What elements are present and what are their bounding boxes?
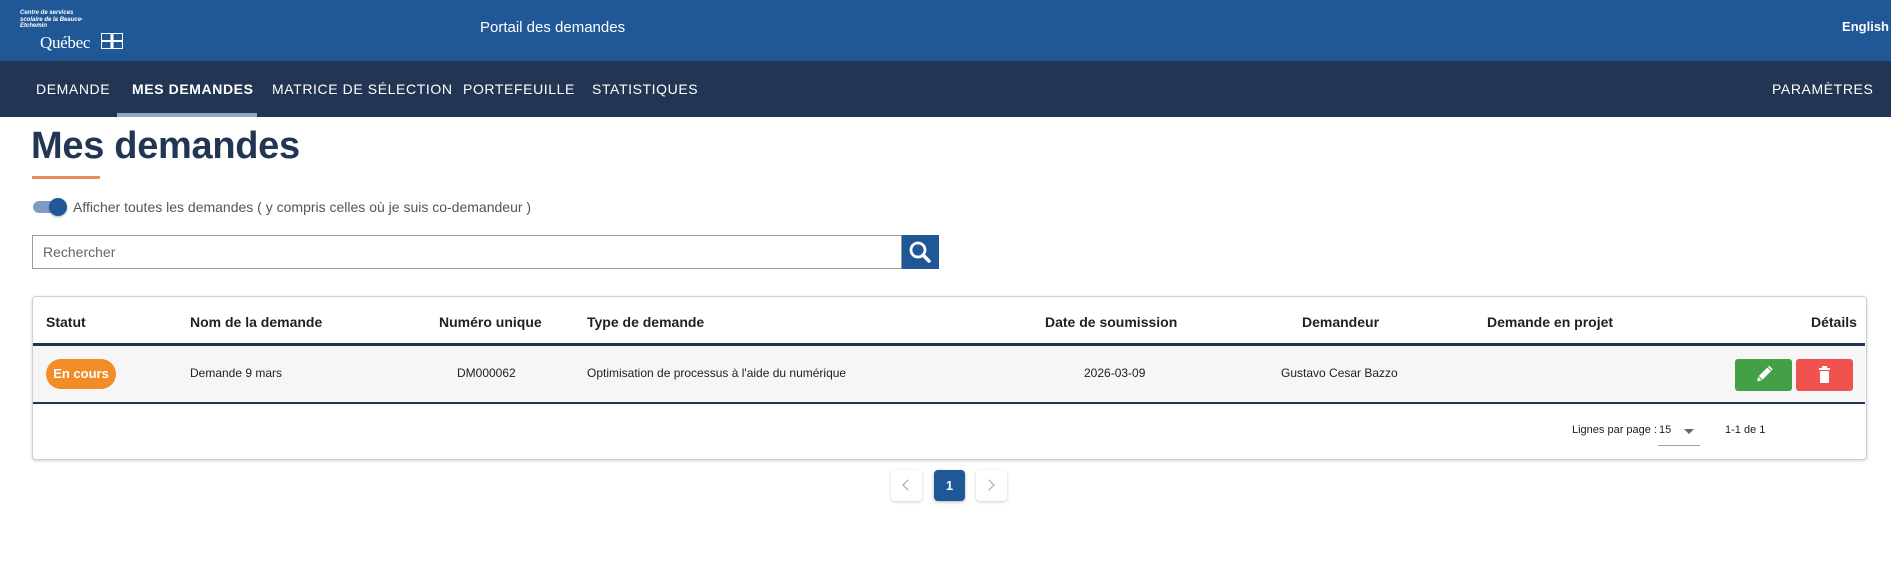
portal-title: Portail des demandes (480, 19, 626, 36)
col-header-projet[interactable]: Demande en projet (1487, 314, 1613, 330)
edit-button[interactable] (1735, 359, 1792, 391)
col-header-numero[interactable]: Numéro unique (439, 314, 542, 330)
nav-portefeuille[interactable]: PORTEFEUILLE (463, 61, 575, 117)
chevron-right-icon (983, 479, 995, 491)
col-header-demandeur[interactable]: Demandeur (1302, 314, 1379, 330)
nav-matrice-selection[interactable]: MATRICE DE SÉLECTION (272, 61, 453, 117)
page-title: Mes demandes (31, 125, 300, 167)
nav-demande[interactable]: DEMANDE (36, 61, 110, 117)
cell-type: Optimisation de processus à l'aide du nu… (587, 366, 847, 380)
col-header-statut[interactable]: Statut (46, 314, 86, 330)
language-link[interactable]: English (1809, 19, 1891, 34)
col-header-details: Détails (1811, 314, 1857, 330)
pencil-icon (1757, 365, 1773, 382)
search-input[interactable] (33, 236, 903, 268)
organization-logo[interactable]: Centre de services scolaire de la Beauce… (20, 10, 130, 54)
rows-per-page-value: 15 (1659, 424, 1672, 436)
nav-mes-demandes[interactable]: MES DEMANDES (132, 61, 254, 117)
nav-parametres[interactable]: PARAMÈTRES (1772, 61, 1873, 117)
table-row[interactable] (33, 346, 1865, 402)
cell-requester: Gustavo Cesar Bazzo (1281, 366, 1398, 380)
rows-per-page-select[interactable]: 15 (1658, 418, 1700, 446)
top-header: Centre de services scolaire de la Beauce… (0, 0, 1891, 61)
table-row-divider (33, 402, 1865, 404)
cell-id: DM000062 (457, 366, 516, 380)
toggle-thumb (49, 198, 67, 216)
title-accent-line (32, 176, 100, 179)
page-1-button[interactable]: 1 (934, 470, 965, 501)
prev-page-button[interactable] (891, 470, 922, 501)
show-all-toggle[interactable] (33, 198, 67, 216)
logo-quebec-wordmark: Québec (40, 33, 91, 52)
main-nav: DEMANDE MES DEMANDES MATRICE DE SÉLECTIO… (0, 61, 1891, 117)
delete-button[interactable] (1796, 359, 1853, 391)
quebec-flag-icon (101, 33, 123, 49)
page-range: 1-1 de 1 (1725, 424, 1766, 436)
logo-org-name: Centre de services scolaire de la Beauce… (20, 10, 84, 29)
next-page-button[interactable] (976, 470, 1007, 501)
col-header-date[interactable]: Date de soumission (1045, 314, 1177, 330)
show-all-toggle-label[interactable]: Afficher toutes les demandes ( y compris… (73, 199, 531, 215)
col-header-type[interactable]: Type de demande (587, 314, 704, 330)
search-box (32, 235, 903, 269)
search-button[interactable] (902, 235, 939, 269)
cell-name: Demande 9 mars (190, 366, 283, 380)
cell-date: 2026-03-09 (1084, 366, 1146, 380)
trash-icon (1819, 366, 1830, 383)
col-header-nom[interactable]: Nom de la demande (190, 314, 322, 330)
chevron-left-icon (902, 479, 914, 491)
active-tab-indicator (117, 113, 257, 117)
caret-down-icon (1684, 429, 1694, 434)
nav-statistiques[interactable]: STATISTIQUES (592, 61, 698, 117)
status-badge: En cours (46, 359, 116, 389)
search-icon (909, 241, 931, 263)
rows-per-page-label: Lignes par page : (1572, 424, 1658, 436)
